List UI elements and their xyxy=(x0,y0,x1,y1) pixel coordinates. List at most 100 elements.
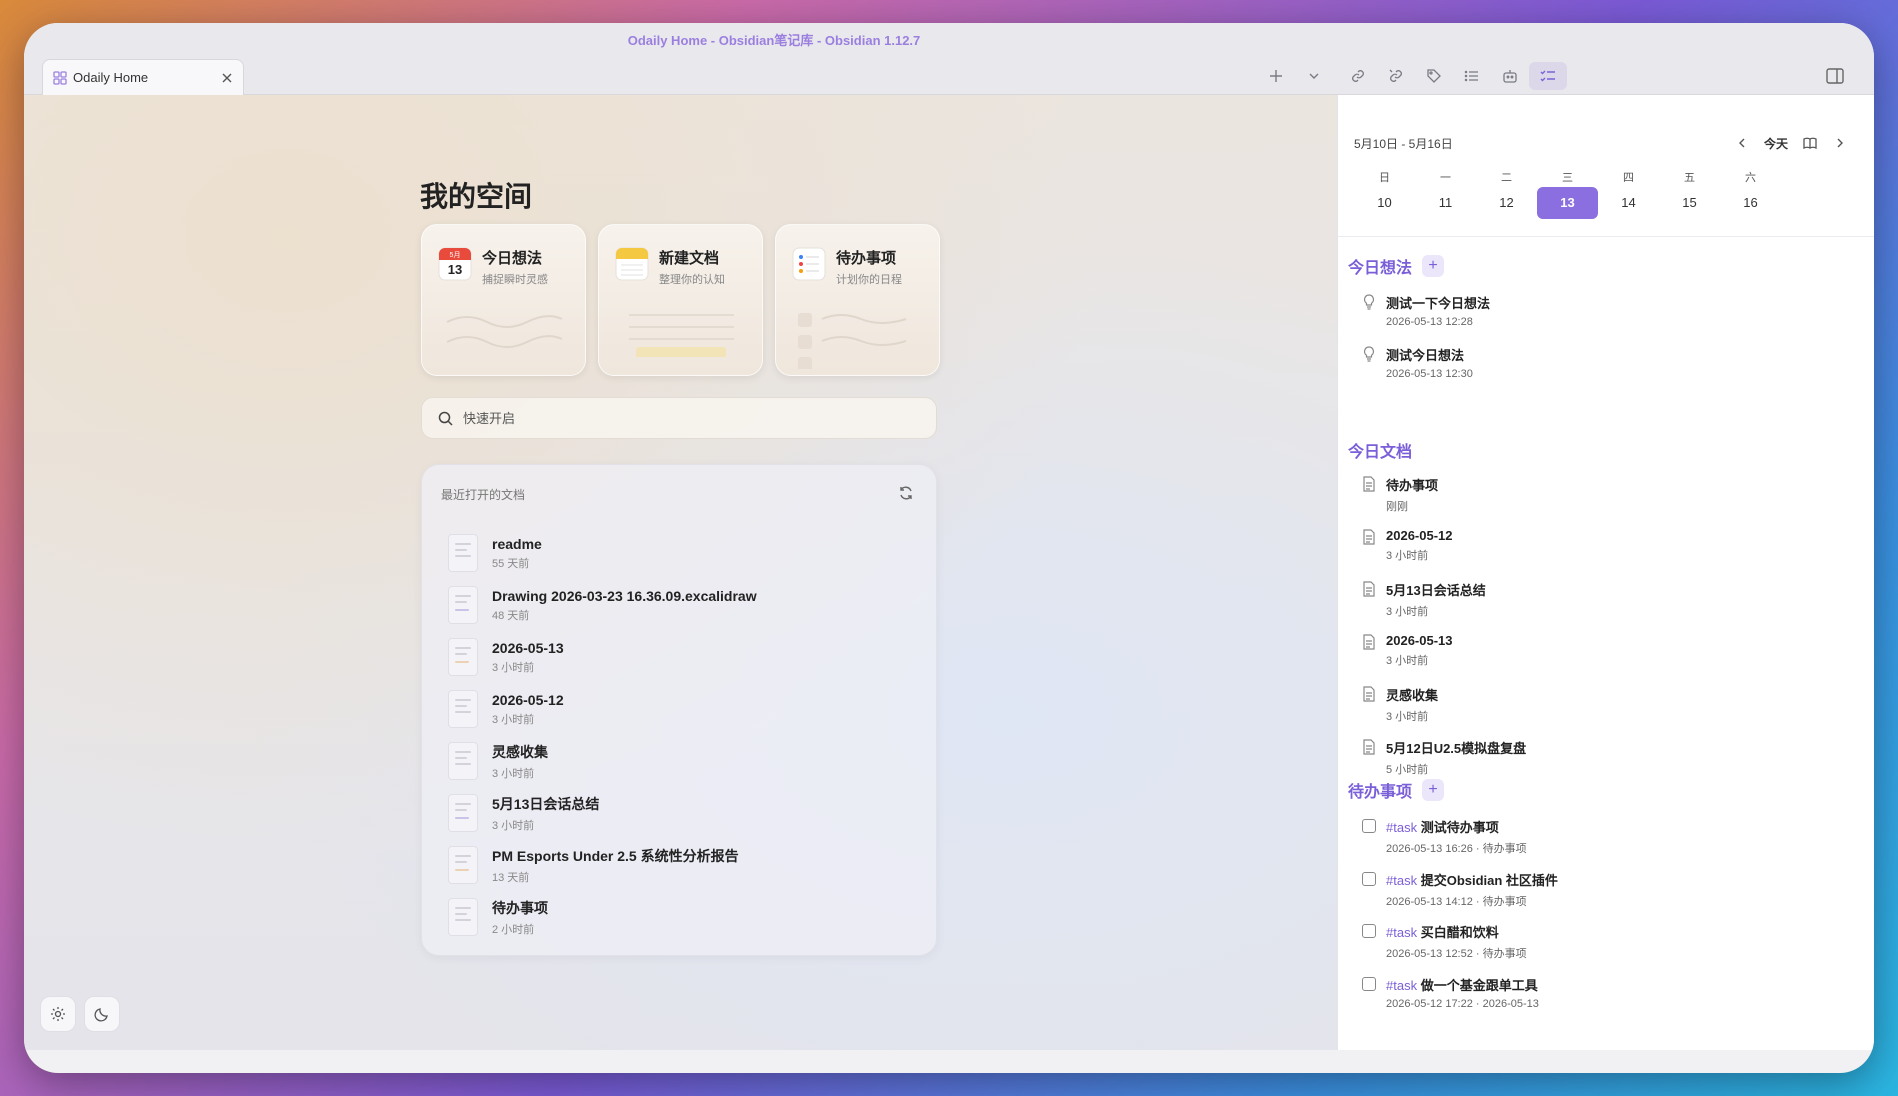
add-idea-button[interactable]: + xyxy=(1422,255,1445,277)
checklist-decoration xyxy=(798,313,907,369)
task-checkbox[interactable] xyxy=(1362,977,1376,991)
right-sidebar: 5月10日 - 5月16日 今天 日 10 一 11 二 12 三 13 四 14 五 15… xyxy=(1337,95,1874,1050)
weekday-label: 三 xyxy=(1562,172,1573,184)
chevron-right-icon xyxy=(1837,138,1843,148)
tab-odaily-home[interactable]: Odaily Home xyxy=(42,59,244,95)
file-icon xyxy=(1363,476,1375,492)
tab-list-button[interactable] xyxy=(1295,62,1333,90)
recent-item-time: 55 天前 xyxy=(492,557,530,570)
recent-item[interactable]: Drawing 2026-03-23 16.36.09.excalidraw 48… xyxy=(448,579,916,631)
card-todos[interactable]: 待办事项 计划你的日程 xyxy=(775,224,940,376)
file-icon xyxy=(1363,634,1375,650)
theme-toggle-button[interactable] xyxy=(84,996,120,1032)
file-icon xyxy=(1363,529,1375,545)
close-icon[interactable] xyxy=(219,70,235,86)
doc-item[interactable]: 2026-05-13 3 小时前 xyxy=(1362,633,1453,668)
document-icon xyxy=(448,534,478,572)
day-number[interactable]: 15 xyxy=(1659,187,1720,219)
doc-item[interactable]: 5月12日U2.5模拟盘复盘 5 小时前 xyxy=(1362,738,1526,777)
gear-icon xyxy=(51,1007,65,1021)
card-title: 新建文档 xyxy=(659,250,720,267)
task-tag[interactable]: #task xyxy=(1386,873,1417,888)
recent-item-name: 2026-05-13 xyxy=(492,639,564,656)
toolbar xyxy=(1257,61,1567,91)
task-checkbox[interactable] xyxy=(1362,872,1376,886)
search-input[interactable] xyxy=(463,410,903,426)
new-tab-button[interactable] xyxy=(1257,62,1295,90)
day-number[interactable]: 11 xyxy=(1415,187,1476,219)
file-icon xyxy=(1363,739,1375,755)
card-ideas[interactable]: 5月 13 今日想法 捕捉瞬时灵感 xyxy=(421,224,586,376)
right-sidebar-toggle[interactable] xyxy=(1822,63,1848,89)
calendar-icon: 5月 13 xyxy=(438,247,472,281)
task-checkbox[interactable] xyxy=(1362,924,1376,938)
add-todo-button[interactable]: + xyxy=(1422,779,1445,801)
today-button[interactable]: 今天 xyxy=(1760,135,1792,152)
item-name: 测试今日想法 xyxy=(1386,348,1465,363)
recent-item[interactable]: 2026-05-13 3 小时前 xyxy=(448,631,916,683)
prev-week-button[interactable] xyxy=(1730,131,1754,155)
recent-item-name: PM Esports Under 2.5 系统性分析报告 xyxy=(492,847,739,864)
chevron-left-icon xyxy=(1738,138,1745,148)
task-tag[interactable]: #task xyxy=(1386,925,1417,940)
squiggle-decoration xyxy=(446,315,563,348)
task-tag[interactable]: #task xyxy=(1386,978,1417,993)
day-column[interactable]: 六 16 xyxy=(1720,169,1781,219)
doc-item[interactable]: 待办事项 刚刚 xyxy=(1362,475,1438,514)
day-number[interactable]: 16 xyxy=(1720,187,1781,219)
item-name: 买白醋和饮料 xyxy=(1420,925,1499,940)
task-checkbox[interactable] xyxy=(1362,819,1376,833)
recent-item[interactable]: 5月13日会话总结 3 小时前 xyxy=(448,787,916,839)
item-meta: 2026-05-13 12:52 · 待办事项 xyxy=(1386,948,1527,960)
recent-item[interactable]: 待办事项 2 小时前 xyxy=(448,891,916,943)
day-number[interactable]: 10 xyxy=(1354,187,1415,219)
recent-item[interactable]: 灵感收集 3 小时前 xyxy=(448,735,916,787)
card-subtitle: 捕捉瞬时灵感 xyxy=(482,274,548,286)
doc-item[interactable]: 2026-05-12 3 小时前 xyxy=(1362,528,1453,563)
recent-item-time: 3 小时前 xyxy=(492,661,535,674)
document-icon xyxy=(448,794,478,832)
day-column[interactable]: 五 15 xyxy=(1659,169,1720,219)
recent-item[interactable]: readme 55 天前 xyxy=(448,527,916,579)
link-button[interactable] xyxy=(1339,62,1377,90)
day-column[interactable]: 一 11 xyxy=(1415,169,1476,219)
section-todos: 待办事项 + xyxy=(1348,778,1445,802)
next-week-button[interactable] xyxy=(1828,131,1852,155)
lightbulb-icon xyxy=(1363,294,1375,310)
assistant-button[interactable] xyxy=(1491,62,1529,90)
refresh-icon[interactable] xyxy=(898,485,916,503)
recent-item-time: 3 小时前 xyxy=(492,767,535,780)
open-journal-button[interactable] xyxy=(1798,131,1822,155)
robot-icon xyxy=(1503,70,1517,83)
item-meta: 2026-05-13 12:28 xyxy=(1386,316,1473,328)
document-icon xyxy=(448,846,478,884)
unlink-button[interactable] xyxy=(1377,62,1415,90)
tags-button[interactable] xyxy=(1415,62,1453,90)
day-column[interactable]: 日 10 xyxy=(1354,169,1415,219)
outline-button[interactable] xyxy=(1453,62,1491,90)
day-number[interactable]: 14 xyxy=(1598,187,1659,219)
task-tag[interactable]: #task xyxy=(1386,820,1417,835)
day-column[interactable]: 二 12 xyxy=(1476,169,1537,219)
doc-item[interactable]: 5月13日会话总结 3 小时前 xyxy=(1362,580,1486,619)
day-column[interactable]: 三 13 xyxy=(1537,169,1598,219)
card-new-doc[interactable]: 新建文档 整理你的认知 xyxy=(598,224,763,376)
day-number-selected[interactable]: 13 xyxy=(1537,187,1598,219)
settings-button[interactable] xyxy=(40,996,76,1032)
document-icon xyxy=(448,690,478,728)
idea-item[interactable]: 测试一下今日想法 2026-05-13 12:28 xyxy=(1362,293,1490,328)
doc-item[interactable]: 灵感收集 3 小时前 xyxy=(1362,685,1438,724)
section-title: 今日文档 xyxy=(1348,444,1413,461)
titlebar: Odaily Home - Obsidian笔记库 - Obsidian 1.1… xyxy=(24,23,1874,95)
recent-item[interactable]: PM Esports Under 2.5 系统性分析报告 13 天前 xyxy=(448,839,916,891)
tab-label: Odaily Home xyxy=(73,70,149,85)
day-column[interactable]: 四 14 xyxy=(1598,169,1659,219)
idea-item[interactable]: 测试今日想法 2026-05-13 12:30 xyxy=(1362,345,1473,380)
plus-icon xyxy=(1270,70,1282,82)
day-number[interactable]: 12 xyxy=(1476,187,1537,219)
quick-open-search[interactable] xyxy=(421,397,937,439)
recent-item[interactable]: 2026-05-12 3 小时前 xyxy=(448,683,916,735)
item-name: 5月13日会话总结 xyxy=(1386,583,1486,598)
weekday-label: 四 xyxy=(1623,172,1634,184)
tasks-button[interactable] xyxy=(1529,62,1567,90)
